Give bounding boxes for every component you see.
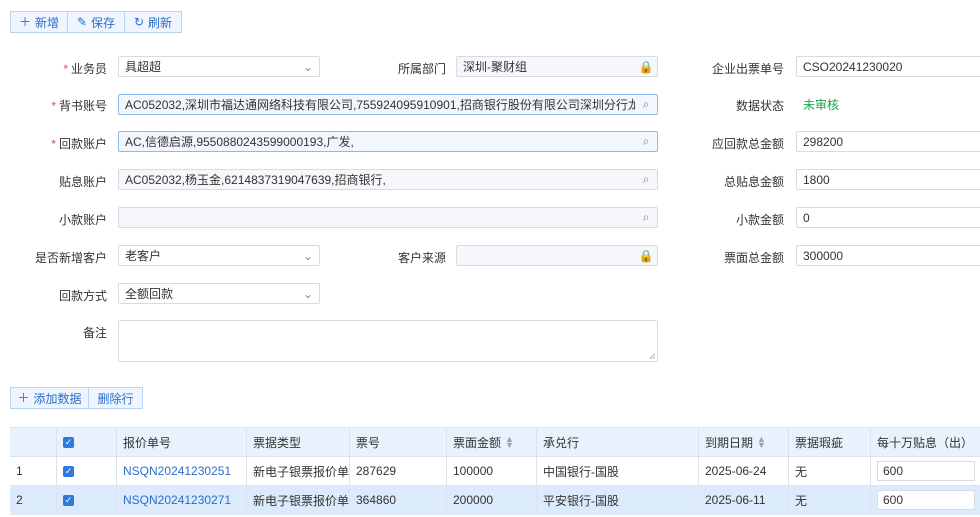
discount-total-field[interactable]: 1800 xyxy=(796,169,980,190)
department-field: 深圳-聚财组 🔒 xyxy=(456,56,658,77)
quote-no-link[interactable]: NSQN20241230271 xyxy=(117,486,247,515)
return-account-field[interactable]: AC,信德启源,9550880243599000193,广发, ⌕ xyxy=(118,131,658,152)
salesman-select[interactable]: 具超超 ⌄ xyxy=(118,56,320,77)
discount-account-label: 贴息账户 xyxy=(58,175,107,189)
row-index: 2 xyxy=(10,486,57,515)
face-amount-cell: 100000 xyxy=(447,457,537,486)
save-button[interactable]: ✎ 保存 xyxy=(67,11,125,33)
search-icon[interactable]: ⌕ xyxy=(635,134,657,149)
resize-handle-icon[interactable] xyxy=(649,353,655,359)
header-index xyxy=(10,428,57,457)
order-no-label: 企业出票单号 xyxy=(711,62,784,76)
remark-label: 备注 xyxy=(82,326,107,340)
discount-per-100k-input[interactable]: 600 xyxy=(877,461,975,481)
chevron-down-icon: ⌄ xyxy=(302,248,314,263)
row-checkbox[interactable]: ✓ xyxy=(57,486,117,515)
face-total-label: 票面总金额 xyxy=(723,251,784,265)
checkbox-checked-icon: ✓ xyxy=(63,494,74,506)
defect-cell: 无 xyxy=(789,486,871,515)
table-header: ✓ 报价单号 票据类型 票号 票面金额 ▲ ▼ 承兑行 到期日期 ▲ ▼ 票据瑕疵 每十… xyxy=(10,428,980,457)
header-bill-type: 票据类型 xyxy=(247,428,350,457)
row-index: 1 xyxy=(10,457,57,486)
checkbox-checked-icon: ✓ xyxy=(63,436,74,448)
checkbox-checked-icon: ✓ xyxy=(63,465,74,477)
refresh-icon: ↻ xyxy=(133,15,145,29)
add-button[interactable]: ＋ 新增 xyxy=(10,11,68,33)
bill-type-cell: 新电子银票报价单 xyxy=(247,457,350,486)
refresh-button-label: 刷新 xyxy=(148,15,173,30)
header-discount-per-100k: 每十万贴息（出） xyxy=(871,428,980,457)
header-quote-no: 报价单号 xyxy=(117,428,247,457)
plus-icon: ＋ xyxy=(18,15,31,29)
acceptor-cell: 平安银行-国股 xyxy=(537,486,699,515)
lock-icon: 🔒 xyxy=(638,248,654,263)
data-table: ✓ 报价单号 票据类型 票号 票面金额 ▲ ▼ 承兑行 到期日期 ▲ ▼ 票据瑕疵 每十… xyxy=(10,427,980,515)
face-total-field[interactable]: 300000 xyxy=(796,245,980,266)
save-button-label: 保存 xyxy=(91,15,116,30)
refresh-button[interactable]: ↻ 刷新 xyxy=(124,11,182,33)
chevron-down-icon: ⌄ xyxy=(302,59,314,74)
header-face-amount[interactable]: 票面金额 ▲ ▼ xyxy=(447,428,537,457)
sort-icon[interactable]: ▲ ▼ xyxy=(505,435,514,450)
add-row-label: 添加数据 xyxy=(33,391,82,406)
plus-icon: ＋ xyxy=(17,391,30,405)
search-icon[interactable]: ⌕ xyxy=(635,210,657,225)
order-no-field[interactable]: CSO20241230020 xyxy=(796,56,980,77)
search-icon[interactable]: ⌕ xyxy=(635,97,657,112)
receivable-total-field[interactable]: 298200 xyxy=(796,131,980,152)
return-account-label: * 回款账户 xyxy=(51,137,107,151)
header-acceptor: 承兑行 xyxy=(537,428,699,457)
header-select-all[interactable]: ✓ xyxy=(57,428,117,457)
header-due-date[interactable]: 到期日期 ▲ ▼ xyxy=(699,428,789,457)
due-date-cell: 2025-06-11 xyxy=(699,486,789,515)
header-defect: 票据瑕疵 xyxy=(789,428,871,457)
due-date-cell: 2025-06-24 xyxy=(699,457,789,486)
customer-source-field: 🔒 xyxy=(456,245,658,266)
bill-no-cell: 287629 xyxy=(350,457,447,486)
small-account-field[interactable]: ⌕ xyxy=(118,207,658,228)
return-method-select[interactable]: 全额回款 ⌄ xyxy=(118,283,320,304)
row-checkbox[interactable]: ✓ xyxy=(57,457,117,486)
new-customer-label: 是否新增客户 xyxy=(34,251,107,265)
table-row[interactable]: 1 ✓ NSQN20241230251 新电子银票报价单 287629 1000… xyxy=(10,457,980,486)
return-method-label: 回款方式 xyxy=(58,289,107,303)
department-label: 所属部门 xyxy=(397,62,446,76)
small-account-label: 小款账户 xyxy=(58,213,107,227)
discount-account-field[interactable]: AC052032,杨玉金,6214837319047639,招商银行, ⌕ xyxy=(118,169,658,190)
new-customer-select[interactable]: 老客户 ⌄ xyxy=(118,245,320,266)
small-amount-field[interactable]: 0 xyxy=(796,207,980,228)
remark-textarea[interactable] xyxy=(118,320,658,362)
endorse-account-label: * 背书账号 xyxy=(51,99,107,113)
sort-icon[interactable]: ▲ ▼ xyxy=(757,435,766,450)
salesman-label: * 业务员 xyxy=(63,62,107,76)
table-row[interactable]: 2 ✓ NSQN20241230271 新电子银票报价单 364860 2000… xyxy=(10,486,980,515)
quote-no-link[interactable]: NSQN20241230251 xyxy=(117,457,247,486)
bill-no-cell: 364860 xyxy=(350,486,447,515)
delete-row-label: 删除行 xyxy=(97,391,134,406)
customer-source-label: 客户来源 xyxy=(397,251,446,265)
add-row-button[interactable]: ＋添加数据 xyxy=(10,387,89,409)
data-status-label: 数据状态 xyxy=(735,99,784,113)
discount-per-100k-cell: 600 xyxy=(871,486,980,515)
add-button-label: 新增 xyxy=(35,15,60,30)
receivable-total-label: 应回款总金额 xyxy=(711,137,784,151)
discount-per-100k-input[interactable]: 600 xyxy=(877,490,975,510)
discount-per-100k-cell: 600 xyxy=(871,457,980,486)
chevron-down-icon: ⌄ xyxy=(302,286,314,301)
face-amount-cell: 200000 xyxy=(447,486,537,515)
lock-icon: 🔒 xyxy=(638,59,654,74)
search-icon[interactable]: ⌕ xyxy=(635,172,657,187)
header-bill-no: 票号 xyxy=(350,428,447,457)
endorse-account-field[interactable]: AC052032,深圳市福达通网络科技有限公司,755924095910901,… xyxy=(118,94,658,115)
acceptor-cell: 中国银行-国股 xyxy=(537,457,699,486)
discount-total-label: 总贴息金额 xyxy=(723,175,784,189)
delete-row-button[interactable]: 删除行 xyxy=(88,387,143,409)
defect-cell: 无 xyxy=(789,457,871,486)
bill-type-cell: 新电子银票报价单 xyxy=(247,486,350,515)
data-status-field: 未审核 xyxy=(796,94,980,115)
small-amount-label: 小款金额 xyxy=(735,213,784,227)
edit-icon: ✎ xyxy=(76,15,88,29)
